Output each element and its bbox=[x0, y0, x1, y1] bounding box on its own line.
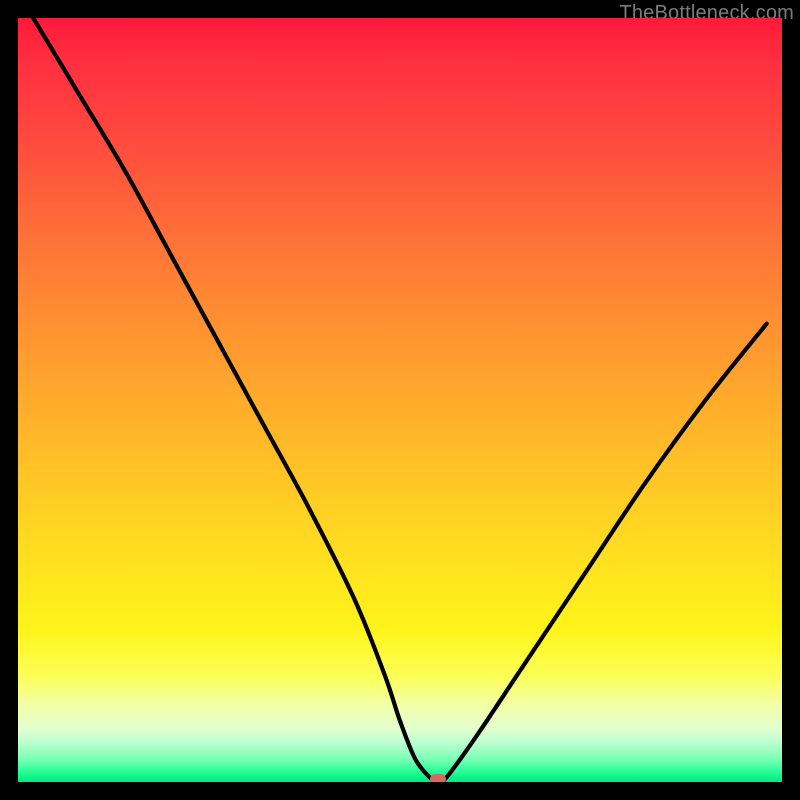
curve-svg bbox=[18, 18, 782, 782]
plot-area bbox=[18, 18, 782, 782]
chart-stage: TheBottleneck.com bbox=[0, 0, 800, 800]
bottleneck-curve-path bbox=[33, 18, 766, 782]
minimum-point-marker bbox=[430, 774, 446, 782]
